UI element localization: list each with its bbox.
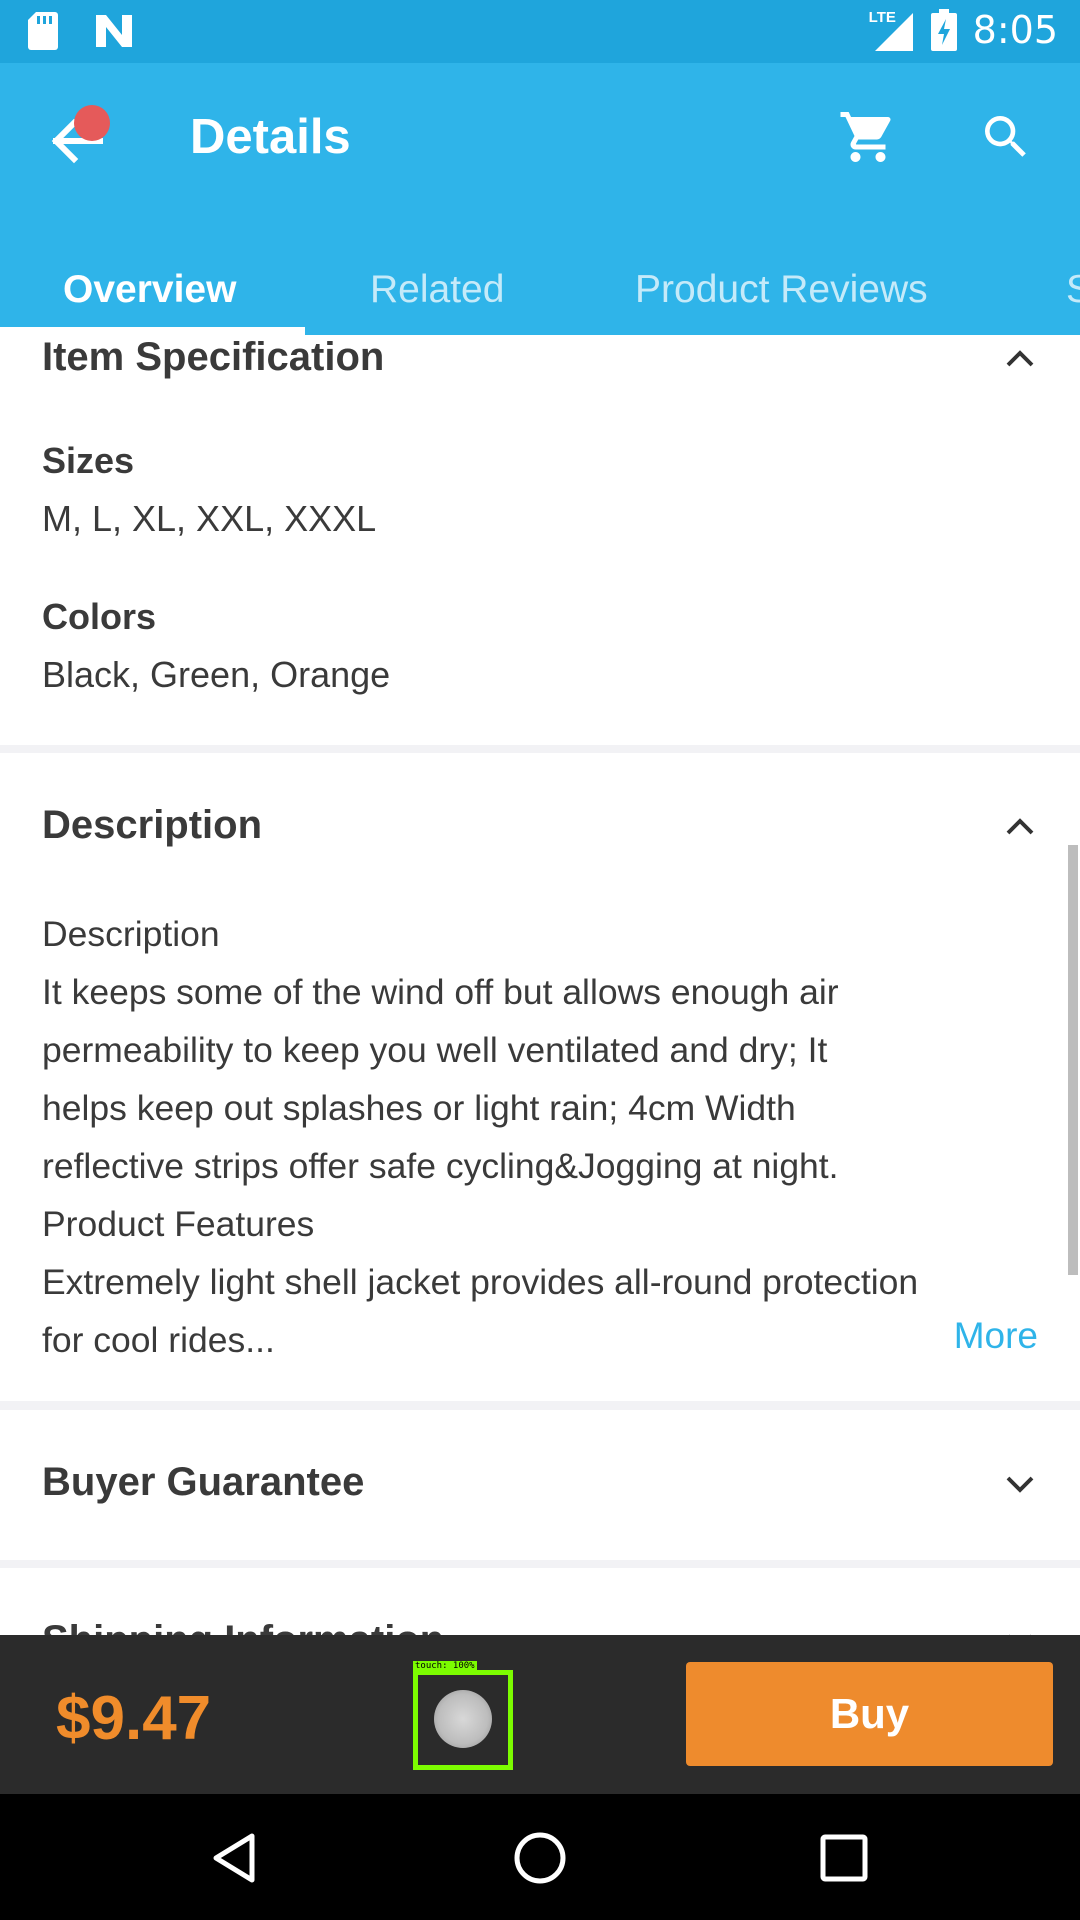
item-spec-card: Item Specification Sizes M, L, XL, XXL, … [0, 335, 1080, 745]
tab-bar: Overview Related Product Reviews S [0, 248, 1080, 335]
page-title: Details [190, 110, 351, 164]
description-card: Description Description It keeps some of… [0, 753, 1080, 1401]
colors-value: Black, Green, Orange [42, 654, 391, 695]
cart-icon[interactable] [838, 107, 898, 167]
chevron-down-icon[interactable] [1002, 1624, 1038, 1635]
content-scroll[interactable]: Item Specification Sizes M, L, XL, XXL, … [0, 335, 1080, 1635]
buy-button[interactable]: Buy [686, 1662, 1053, 1766]
description-line: Product Features [42, 1204, 315, 1244]
recents-square-icon[interactable] [814, 1828, 874, 1888]
status-bar: LTE 8:05 [0, 0, 1080, 63]
sizes-value: M, L, XL, XXL, XXXL [42, 498, 377, 539]
chevron-up-icon[interactable] [1002, 809, 1038, 845]
sizes-label: Sizes [42, 440, 135, 481]
description-line: Description [42, 914, 220, 954]
app-bar: Details Overview Related Product Reviews… [0, 63, 1080, 335]
lte-signal-icon: LTE [869, 9, 915, 51]
sd-card-icon [28, 12, 58, 50]
system-nav-bar [0, 1794, 1080, 1920]
more-link[interactable]: More [954, 1315, 1038, 1357]
notification-dot [74, 105, 110, 141]
colors-label: Colors [42, 596, 157, 637]
tab-overview[interactable]: Overview [63, 268, 236, 312]
description-line: Extremely light shell jacket provides al… [42, 1262, 919, 1360]
buy-bar: $9.47 touch: 100% Buy [0, 1635, 1080, 1794]
buyer-guarantee-title: Buyer Guarantee [42, 1460, 365, 1504]
scrollbar[interactable] [1068, 845, 1078, 1275]
search-icon[interactable] [978, 109, 1034, 165]
tab-indicator [0, 327, 305, 335]
back-triangle-icon[interactable] [206, 1828, 266, 1888]
chevron-up-icon[interactable] [1002, 341, 1038, 377]
n-app-icon [96, 15, 132, 47]
buyer-guarantee-card[interactable]: Buyer Guarantee [0, 1410, 1080, 1560]
item-spec-title: Item Specification [42, 335, 385, 379]
tab-partial[interactable]: S [1066, 268, 1080, 312]
description-text: Description It keeps some of the wind of… [42, 905, 922, 1369]
clock: 8:05 [972, 8, 1058, 52]
chevron-down-icon[interactable] [1002, 1466, 1038, 1502]
description-title: Description [42, 803, 263, 847]
home-circle-icon[interactable] [510, 1828, 570, 1888]
price: $9.47 [56, 1684, 212, 1753]
battery-charging-icon [930, 9, 957, 51]
touch-point [434, 1690, 492, 1748]
tab-related[interactable]: Related [370, 268, 504, 312]
shipping-card[interactable]: Shipping Information [0, 1568, 1080, 1635]
description-line: It keeps some of the wind off but allows… [42, 972, 839, 1186]
tab-product-reviews[interactable]: Product Reviews [635, 268, 928, 312]
shipping-title: Shipping Information [42, 1618, 444, 1635]
